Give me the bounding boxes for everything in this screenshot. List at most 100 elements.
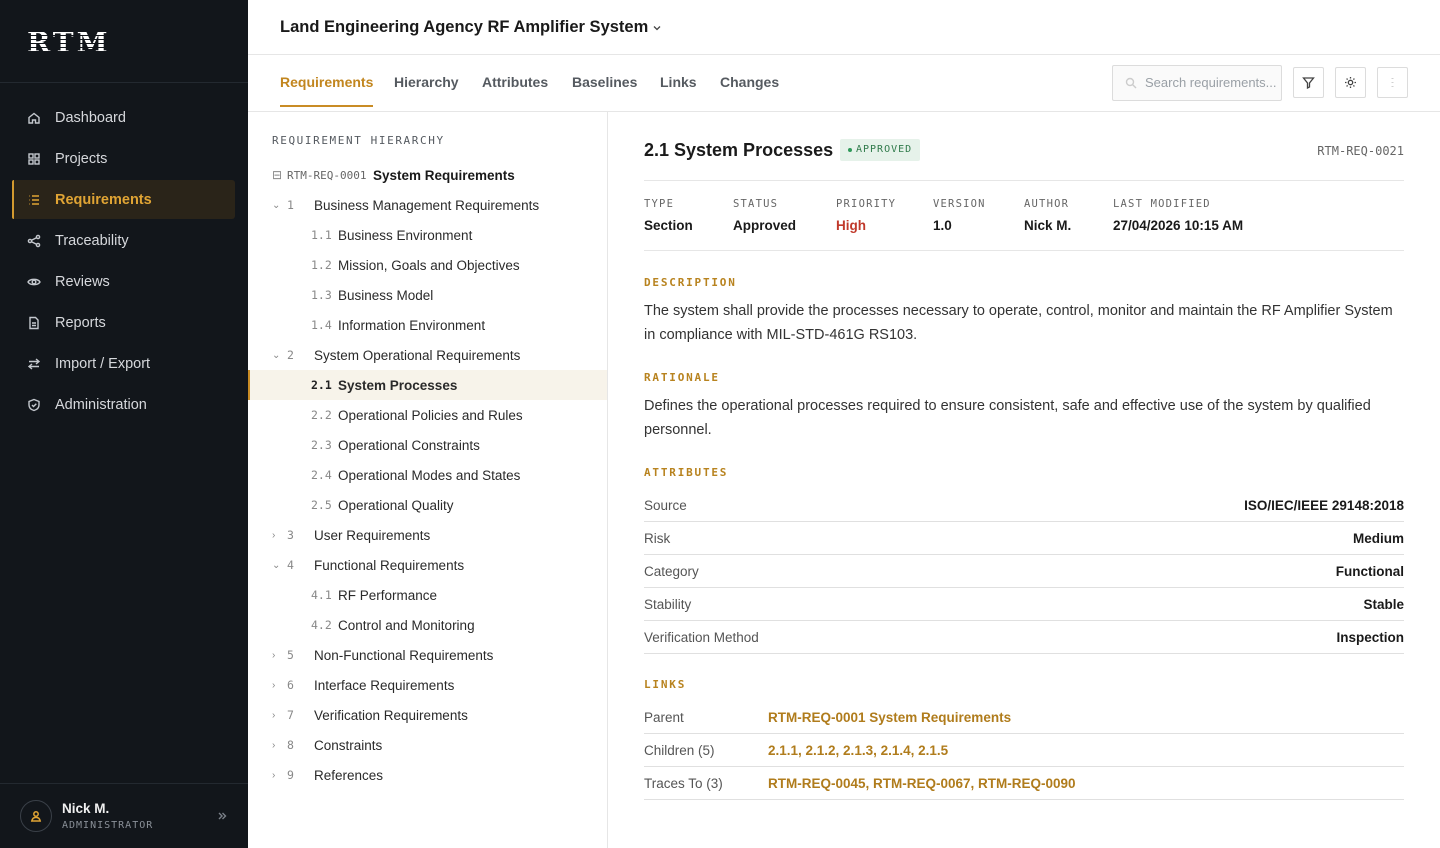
meta-key: VERSION	[933, 198, 986, 210]
chevron-down-icon[interactable]: ⌄	[272, 560, 280, 571]
tree-item-number: 1.4	[311, 318, 332, 332]
tree-item-label: Information Environment	[338, 317, 486, 333]
tab-bar: Requirements Hierarchy Attributes Baseli…	[248, 55, 1440, 112]
tab-links[interactable]: Links	[660, 55, 697, 112]
attribute-value: Stable	[1363, 597, 1404, 612]
tree-item[interactable]: › 7 Verification Requirements	[248, 700, 607, 730]
tree-item[interactable]: 2.1 System Processes	[248, 370, 607, 400]
tree-item[interactable]: ⌄ 4 Functional Requirements	[248, 550, 607, 580]
meta-value: Section	[644, 218, 693, 233]
filter-icon	[1302, 77, 1315, 89]
sidebar: RTM Dashboard Projects Requirements Trac…	[0, 0, 248, 848]
tree-heading: REQUIREMENT HIERARCHY	[272, 134, 445, 147]
tree-item[interactable]: 2.3 Operational Constraints	[248, 430, 607, 460]
tree-item-number: 1.1	[311, 228, 332, 242]
sidebar-item-traceability[interactable]: Traceability	[12, 221, 235, 260]
parent-link[interactable]: RTM-REQ-0001 System Requirements	[768, 710, 1011, 725]
tree-item[interactable]: › 3 User Requirements	[248, 520, 607, 550]
chevron-right-icon[interactable]: ›	[272, 770, 275, 781]
sidebar-item-requirements[interactable]: Requirements	[12, 180, 235, 219]
tree-item[interactable]: 1.4 Information Environment	[248, 310, 607, 340]
tab-baselines[interactable]: Baselines	[572, 55, 637, 112]
sidebar-item-projects[interactable]: Projects	[12, 139, 235, 178]
attribute-value: Functional	[1335, 564, 1404, 579]
tree-item[interactable]: 4.2 Control and Monitoring	[248, 610, 607, 640]
meta-key: STATUS	[733, 198, 779, 210]
tab-requirements[interactable]: Requirements	[280, 55, 374, 112]
theme-toggle-button[interactable]	[1335, 67, 1366, 98]
tree-item[interactable]: 2.2 Operational Policies and Rules	[248, 400, 607, 430]
meta-type: TYPE Section	[644, 198, 693, 233]
tree-item[interactable]: › 8 Constraints	[248, 730, 607, 760]
tree-root-row[interactable]: ⊟ RTM-REQ-0001 System Requirements	[248, 160, 607, 190]
traces-to-links[interactable]: RTM-REQ-0045, RTM-REQ-0067, RTM-REQ-0090	[768, 776, 1076, 791]
chevron-right-icon[interactable]: ›	[272, 740, 275, 751]
sidebar-item-import-export[interactable]: Import / Export	[12, 344, 235, 383]
sidebar-item-reports[interactable]: Reports	[12, 303, 235, 342]
user-role: ADMINISTRATOR	[62, 820, 154, 831]
chevron-down-icon[interactable]: ⌄	[272, 200, 280, 211]
grid-icon	[28, 152, 40, 165]
children-links[interactable]: 2.1.1, 2.1.2, 2.1.3, 2.1.4, 2.1.5	[768, 743, 948, 758]
tree-item-number: 3	[287, 528, 294, 542]
attribute-row: Stability Stable	[644, 588, 1404, 621]
attribute-key: Stability	[644, 597, 692, 612]
tree-item[interactable]: › 5 Non-Functional Requirements	[248, 640, 607, 670]
logo[interactable]: RTM	[0, 0, 248, 83]
chevron-down-icon[interactable]: ⌄	[272, 350, 280, 361]
sidebar-item-label: Dashboard	[55, 109, 126, 126]
user-profile[interactable]: Nick M. ADMINISTRATOR	[0, 783, 248, 848]
chevron-right-icon[interactable]: ›	[272, 530, 275, 541]
attribute-key: Source	[644, 498, 687, 513]
tree-item[interactable]: 2.4 Operational Modes and States	[248, 460, 607, 490]
link-row: Traces To (3) RTM-REQ-0045, RTM-REQ-0067…	[644, 767, 1404, 800]
tree-item-label: Constraints	[314, 737, 383, 753]
tree-item-label: Business Environment	[338, 227, 473, 243]
attribute-key: Verification Method	[644, 630, 759, 645]
tab-hierarchy[interactable]: Hierarchy	[394, 55, 459, 112]
more-vertical-icon	[1391, 78, 1394, 87]
requirement-title: 2.1 System Processes	[644, 140, 834, 160]
tree-item[interactable]: › 9 References	[248, 760, 607, 790]
tree-item[interactable]: 4.1 RF Performance	[248, 580, 607, 610]
tree-item[interactable]: 1.3 Business Model	[248, 280, 607, 310]
chevron-down-icon[interactable]	[652, 23, 662, 33]
rationale-heading: RATIONALE	[644, 371, 720, 384]
project-title[interactable]: Land Engineering Agency RF Amplifier Sys…	[280, 18, 648, 37]
sidebar-item-reviews[interactable]: Reviews	[12, 262, 235, 301]
tree-item[interactable]: 1.1 Business Environment	[248, 220, 607, 250]
requirement-id: RTM-REQ-0021	[1317, 144, 1404, 158]
tree-item[interactable]: ⌄ 2 System Operational Requirements	[248, 340, 607, 370]
eye-icon	[27, 278, 41, 285]
sidebar-item-label: Requirements	[55, 191, 152, 208]
tab-attributes[interactable]: Attributes	[482, 55, 548, 112]
tree-item[interactable]: 2.5 Operational Quality	[248, 490, 607, 520]
filter-button[interactable]	[1293, 67, 1324, 98]
sidebar-item-label: Reports	[55, 314, 106, 331]
collapse-all-icon[interactable]: ⊟	[272, 168, 282, 182]
tree-item-number: 2.3	[311, 438, 332, 452]
attribute-row: Verification Method Inspection	[644, 621, 1404, 654]
tree-item[interactable]: › 6 Interface Requirements	[248, 670, 607, 700]
tree-item[interactable]: ⌄ 1 Business Management Requirements	[248, 190, 607, 220]
attribute-key: Category	[644, 564, 699, 579]
share-icon	[27, 234, 41, 247]
shield-icon	[28, 398, 40, 411]
chevron-right-icon[interactable]: ›	[272, 710, 275, 721]
sidebar-item-administration[interactable]: Administration	[12, 385, 235, 424]
sidebar-item-dashboard[interactable]: Dashboard	[12, 98, 235, 137]
collapse-sidebar-button[interactable]	[216, 809, 228, 821]
tree-item[interactable]: 1.2 Mission, Goals and Objectives	[248, 250, 607, 280]
sidebar-item-label: Reviews	[55, 273, 110, 290]
search-input[interactable]: Search requirements...	[1112, 65, 1282, 101]
avatar	[20, 800, 52, 832]
tree-item-label: Verification Requirements	[314, 707, 468, 723]
chevron-right-icon[interactable]: ›	[272, 650, 275, 661]
meta-status: STATUS Approved	[733, 198, 796, 233]
more-options-button[interactable]	[1377, 67, 1408, 98]
tab-changes[interactable]: Changes	[720, 55, 779, 112]
meta-priority: PRIORITY High	[836, 198, 896, 233]
chevron-right-icon[interactable]: ›	[272, 680, 275, 691]
attribute-value: ISO/IEC/IEEE 29148:2018	[1244, 498, 1404, 513]
tree-item-label: System Processes	[338, 377, 458, 393]
